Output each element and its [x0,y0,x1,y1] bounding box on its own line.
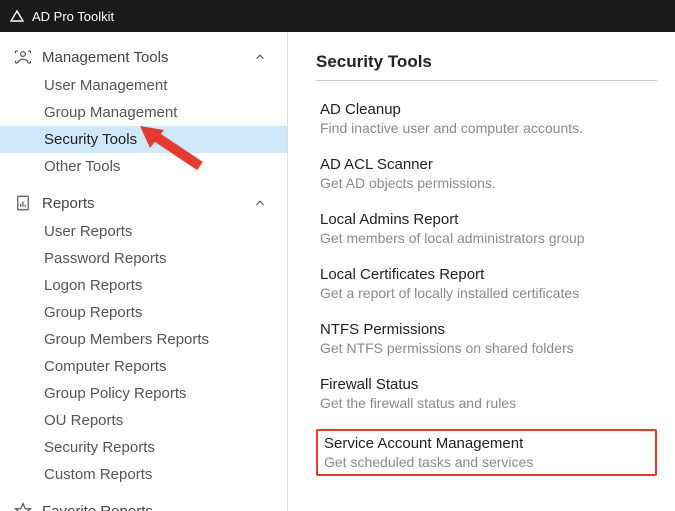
tool-desc: Get NTFS permissions on shared folders [320,340,653,356]
tool-ad-acl-scanner[interactable]: AD ACL Scanner Get AD objects permission… [316,154,657,193]
sidebar-item-user-reports[interactable]: User Reports [0,218,287,245]
sidebar-item-ou-reports[interactable]: OU Reports [0,407,287,434]
sidebar-item-security-tools[interactable]: Security Tools [0,126,287,153]
tool-local-certificates-report[interactable]: Local Certificates Report Get a report o… [316,264,657,303]
tool-desc: Get the firewall status and rules [320,395,653,411]
sidebar-item-computer-reports[interactable]: Computer Reports [0,353,287,380]
section-label: Favorite Reports [42,503,153,511]
sidebar-item-group-members-reports[interactable]: Group Members Reports [0,326,287,353]
tool-name: Local Certificates Report [320,266,653,283]
section-label: Reports [42,195,95,212]
titlebar: AD Pro Toolkit [0,0,675,32]
management-tools-icon [14,48,32,66]
tool-name: AD ACL Scanner [320,156,653,173]
sidebar-item-group-policy-reports[interactable]: Group Policy Reports [0,380,287,407]
section-label: Management Tools [42,49,168,66]
tool-name: AD Cleanup [320,101,653,118]
tool-ntfs-permissions[interactable]: NTFS Permissions Get NTFS permissions on… [316,319,657,358]
sidebar-item-custom-reports[interactable]: Custom Reports [0,461,287,488]
tool-desc: Get a report of locally installed certif… [320,285,653,301]
sidebar-item-password-reports[interactable]: Password Reports [0,245,287,272]
chevron-up-icon [253,196,267,210]
sidebar-item-group-management[interactable]: Group Management [0,99,287,126]
sidebar-item-logon-reports[interactable]: Logon Reports [0,272,287,299]
sidebar-section-favorite-reports[interactable]: Favorite Reports [0,496,287,511]
content-area: Management Tools User Management Group M… [0,32,675,511]
sidebar-item-group-reports[interactable]: Group Reports [0,299,287,326]
tool-ad-cleanup[interactable]: AD Cleanup Find inactive user and comput… [316,99,657,138]
sidebar-section-management-tools[interactable]: Management Tools [0,42,287,72]
reports-icon [14,194,32,212]
tool-firewall-status[interactable]: Firewall Status Get the firewall status … [316,374,657,413]
tool-name: Firewall Status [320,376,653,393]
star-icon [14,502,32,511]
tool-desc: Get members of local administrators grou… [320,230,653,246]
sidebar-section-reports[interactable]: Reports [0,188,287,218]
tool-desc: Get scheduled tasks and services [324,454,649,470]
tool-service-account-management[interactable]: Service Account Management Get scheduled… [316,429,657,476]
tool-name: NTFS Permissions [320,321,653,338]
main-panel: Security Tools AD Cleanup Find inactive … [288,32,675,511]
tool-local-admins-report[interactable]: Local Admins Report Get members of local… [316,209,657,248]
tool-desc: Find inactive user and computer accounts… [320,120,653,136]
tool-name: Service Account Management [324,435,649,452]
tool-name: Local Admins Report [320,211,653,228]
sidebar-item-security-reports[interactable]: Security Reports [0,434,287,461]
page-title: Security Tools [316,52,657,81]
sidebar: Management Tools User Management Group M… [0,32,288,511]
titlebar-title: AD Pro Toolkit [32,9,114,24]
sidebar-item-other-tools[interactable]: Other Tools [0,153,287,180]
tool-desc: Get AD objects permissions. [320,175,653,191]
app-logo-icon [10,9,24,23]
sidebar-item-user-management[interactable]: User Management [0,72,287,99]
chevron-up-icon [253,50,267,64]
